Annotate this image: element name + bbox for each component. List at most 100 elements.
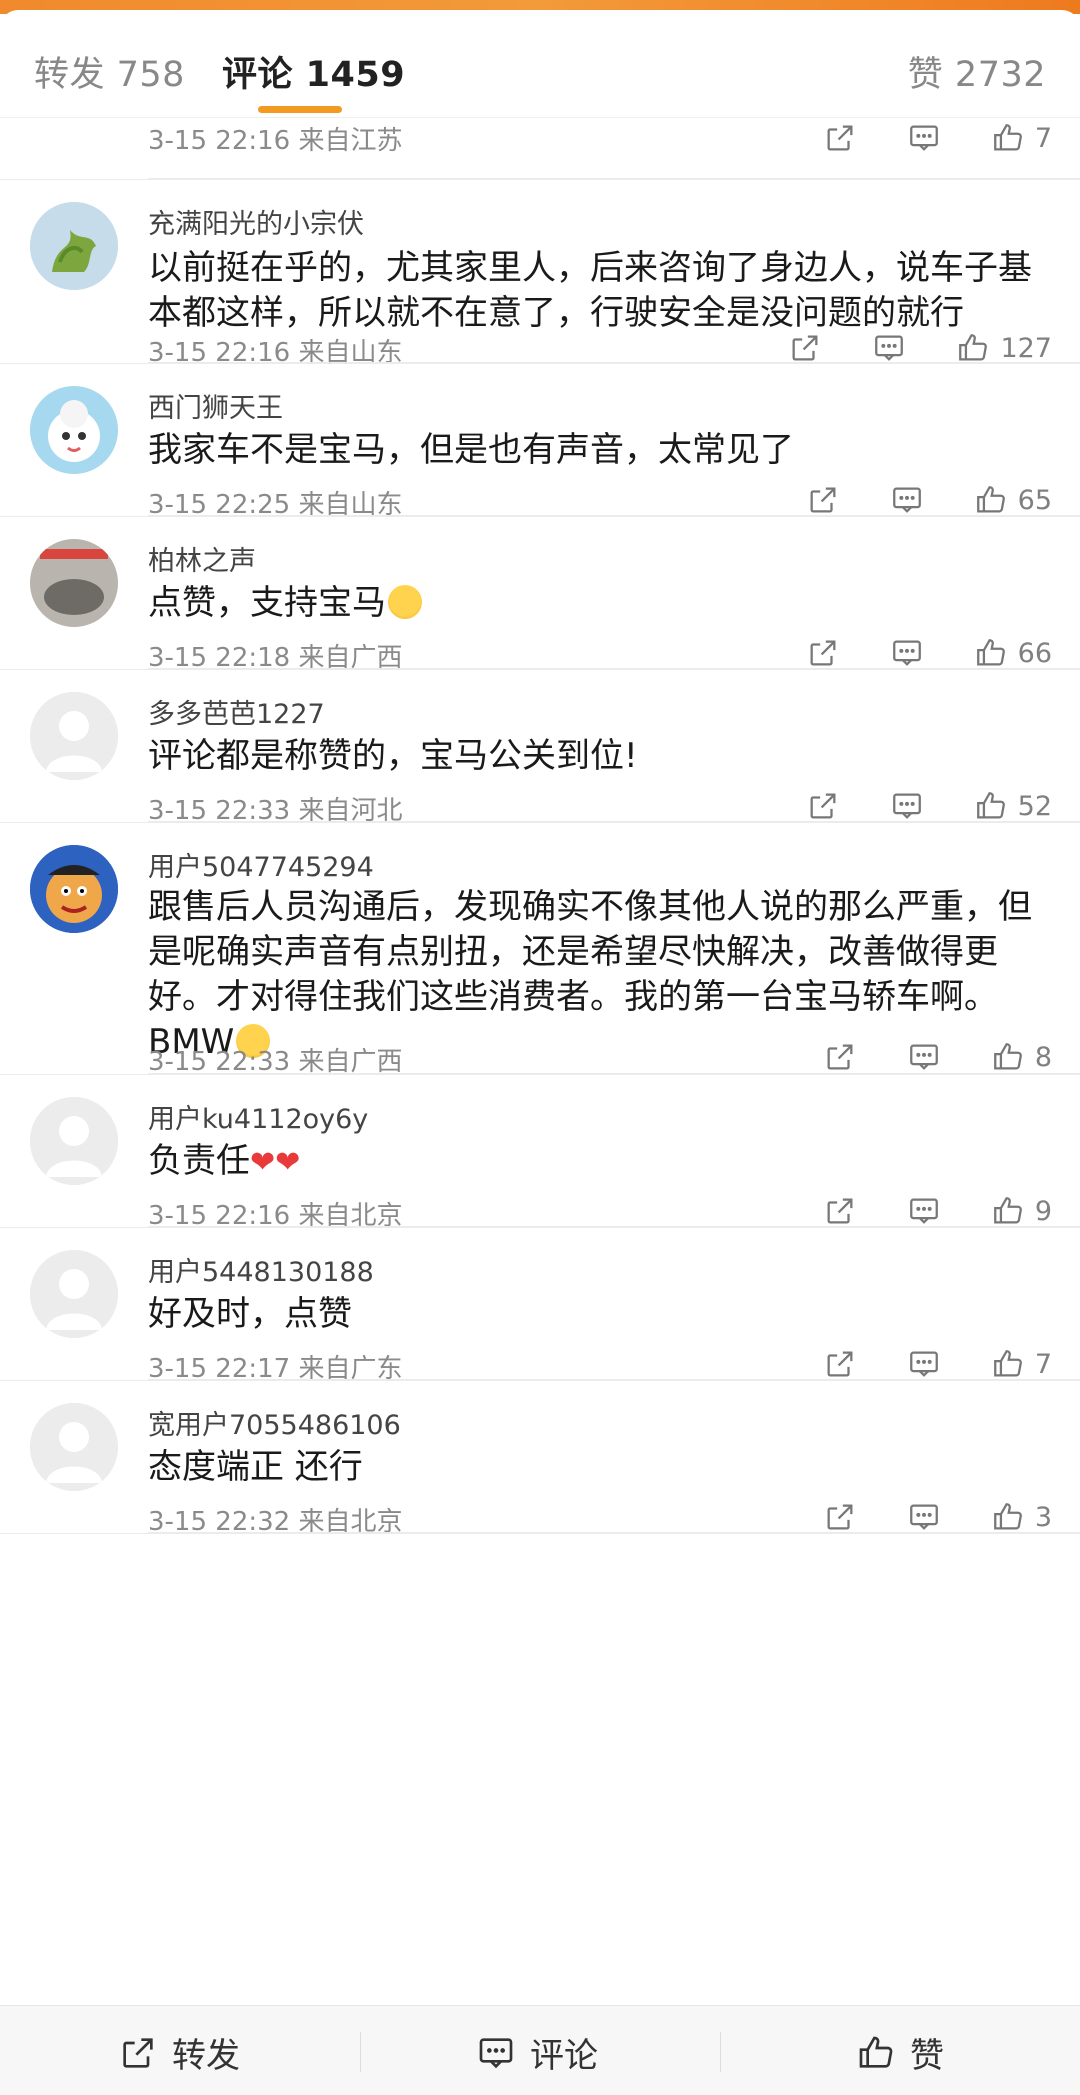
like-icon	[859, 2036, 893, 2068]
like-icon	[993, 124, 1022, 151]
comment-item[interactable]: 多多芭芭1227 评论都是称赞的，宝马公关到位! 3-15 22:33 来自河北…	[0, 670, 1080, 826]
comment-list: 3-15 22:16 来自江苏 7 充满阳光的小宗伏 以前挺在乎的，尤其家里人，…	[0, 118, 1080, 1537]
comment-icon[interactable]	[907, 1347, 941, 1381]
comment-actions: 66	[806, 633, 1052, 673]
comment-item[interactable]: 用户5047745294 跟售后人员沟通后，发现确实不像其他人说的那么严重，但是…	[0, 823, 1080, 1077]
bottom-comment-label: 评论	[530, 2036, 598, 2076]
comment-username[interactable]: 用户5448130188	[148, 1250, 374, 1289]
comment-icon[interactable]	[872, 331, 906, 365]
comment-text: 以前挺在乎的，尤其家里人，后来咨询了身边人，说车子基本都这样，所以就不在意了，行…	[148, 248, 1032, 333]
like-button[interactable]: 65	[974, 483, 1052, 517]
comment-text: 我家车不是宝马，但是也有声音，太常见了	[148, 430, 794, 470]
comment-actions: 7	[823, 1344, 1052, 1384]
comment-actions: 9	[823, 1191, 1052, 1231]
like-icon	[959, 334, 988, 361]
comment-username[interactable]: 西门狮天王	[148, 386, 283, 425]
share-icon[interactable]	[788, 331, 822, 365]
like-button[interactable]: 8	[991, 1040, 1052, 1074]
comment-username[interactable]: 宽用户7055486106	[148, 1403, 401, 1442]
comment-item[interactable]: 柏林之声 点赞，支持宝马 3-15 22:18 来自广西 66	[0, 517, 1080, 673]
share-icon[interactable]	[823, 1194, 857, 1228]
comment-item[interactable]: 用户5448130188 好及时，点赞 3-15 22:17 来自广东 7	[0, 1228, 1080, 1384]
comment-icon[interactable]	[890, 636, 924, 670]
compose-icon	[123, 2037, 153, 2068]
comment-icon[interactable]	[890, 789, 924, 823]
comment-text: 好及时，点赞	[148, 1294, 352, 1334]
like-icon	[976, 639, 1005, 666]
emoji-icon	[388, 585, 422, 619]
comment-actions: 8	[823, 1037, 1052, 1077]
tab-comment[interactable]: 评论 1459	[222, 46, 405, 97]
bottom-like-label: 赞	[910, 2036, 944, 2076]
like-count: 65	[1017, 484, 1052, 516]
like-icon	[976, 486, 1005, 513]
avatar[interactable]	[30, 692, 118, 780]
comment-text: 评论都是称赞的，宝马公关到位!	[148, 736, 638, 776]
bottom-like-button[interactable]: 赞	[856, 2028, 944, 2077]
avatar[interactable]	[30, 1250, 118, 1338]
comment-username[interactable]: 用户5047745294	[148, 845, 374, 884]
like-count: 52	[1017, 790, 1052, 822]
comment-meta: 3-15 22:16 来自江苏	[148, 126, 403, 156]
comment-username[interactable]: 充满阳光的小宗伏	[148, 202, 364, 241]
bottom-action-bar: 转发 评论 赞	[0, 2005, 1080, 2095]
like-count: 66	[1017, 637, 1052, 669]
like-button[interactable]: 52	[974, 789, 1052, 823]
comment-item[interactable]: 宽用户7055486106 态度端正 还行 3-15 22:32 来自北京 3	[0, 1381, 1080, 1537]
comment-text: 点赞，支持宝马	[148, 581, 1048, 626]
share-icon[interactable]	[823, 1500, 857, 1534]
share-icon[interactable]	[823, 1040, 857, 1074]
tab-like[interactable]: 赞 2732	[908, 46, 1046, 97]
avatar[interactable]	[30, 845, 118, 933]
comment-item[interactable]: 3-15 22:16 来自江苏 7	[0, 118, 1080, 180]
like-button[interactable]: 3	[991, 1500, 1052, 1534]
like-button[interactable]: 66	[974, 636, 1052, 670]
like-icon	[993, 1197, 1022, 1224]
share-icon[interactable]	[806, 483, 840, 517]
comment-icon[interactable]	[907, 1500, 941, 1534]
comment-item[interactable]: 用户ku4112oy6y 负责任❤❤ 3-15 22:16 来自北京 9	[0, 1075, 1080, 1231]
like-count: 3	[1034, 1501, 1052, 1533]
heart-icon: ❤❤	[250, 1145, 301, 1180]
comment-username[interactable]: 用户ku4112oy6y	[148, 1097, 368, 1136]
comment-icon[interactable]	[907, 121, 941, 155]
like-icon	[993, 1350, 1022, 1377]
bottom-repost-button[interactable]: 转发	[118, 2028, 240, 2077]
like-icon	[976, 792, 1005, 819]
share-icon[interactable]	[806, 789, 840, 823]
like-count: 7	[1034, 122, 1052, 154]
avatar[interactable]	[30, 202, 118, 290]
share-icon[interactable]	[823, 121, 857, 155]
like-button[interactable]: 9	[991, 1194, 1052, 1228]
like-count: 8	[1034, 1041, 1052, 1073]
share-icon[interactable]	[823, 1347, 857, 1381]
avatar[interactable]	[30, 539, 118, 627]
comment-text: 态度端正 还行	[148, 1447, 363, 1487]
like-button[interactable]: 7	[991, 1347, 1052, 1381]
like-icon	[993, 1043, 1022, 1070]
like-count: 9	[1034, 1195, 1052, 1227]
like-button[interactable]: 7	[991, 121, 1052, 155]
comment-actions: 52	[806, 786, 1052, 826]
like-count: 127	[1000, 332, 1052, 364]
comment-icon[interactable]	[907, 1194, 941, 1228]
active-tab-indicator	[258, 106, 342, 113]
tab-repost[interactable]: 转发 758	[34, 46, 185, 97]
comment-icon[interactable]	[907, 1040, 941, 1074]
share-icon[interactable]	[806, 636, 840, 670]
bottom-repost-label: 转发	[172, 2036, 240, 2076]
avatar[interactable]	[30, 386, 118, 474]
comment-username[interactable]: 柏林之声	[148, 539, 256, 578]
comment-icon[interactable]	[890, 483, 924, 517]
avatar[interactable]	[30, 1097, 118, 1185]
tab-bar: 转发 758 评论 1459 赞 2732	[0, 10, 1080, 118]
comment-actions: 7	[823, 118, 1052, 158]
bottom-comment-button[interactable]: 评论	[476, 2028, 598, 2077]
comment-item[interactable]: 充满阳光的小宗伏 以前挺在乎的，尤其家里人，后来咨询了身边人，说车子基本都这样，…	[0, 180, 1080, 368]
comment-text: 负责任❤❤	[148, 1141, 301, 1181]
like-button[interactable]: 127	[956, 331, 1052, 365]
comment-item[interactable]: 西门狮天王 我家车不是宝马，但是也有声音，太常见了 3-15 22:25 来自山…	[0, 364, 1080, 520]
avatar[interactable]	[30, 1403, 118, 1491]
like-count: 7	[1034, 1348, 1052, 1380]
comment-username[interactable]: 多多芭芭1227	[148, 692, 325, 731]
